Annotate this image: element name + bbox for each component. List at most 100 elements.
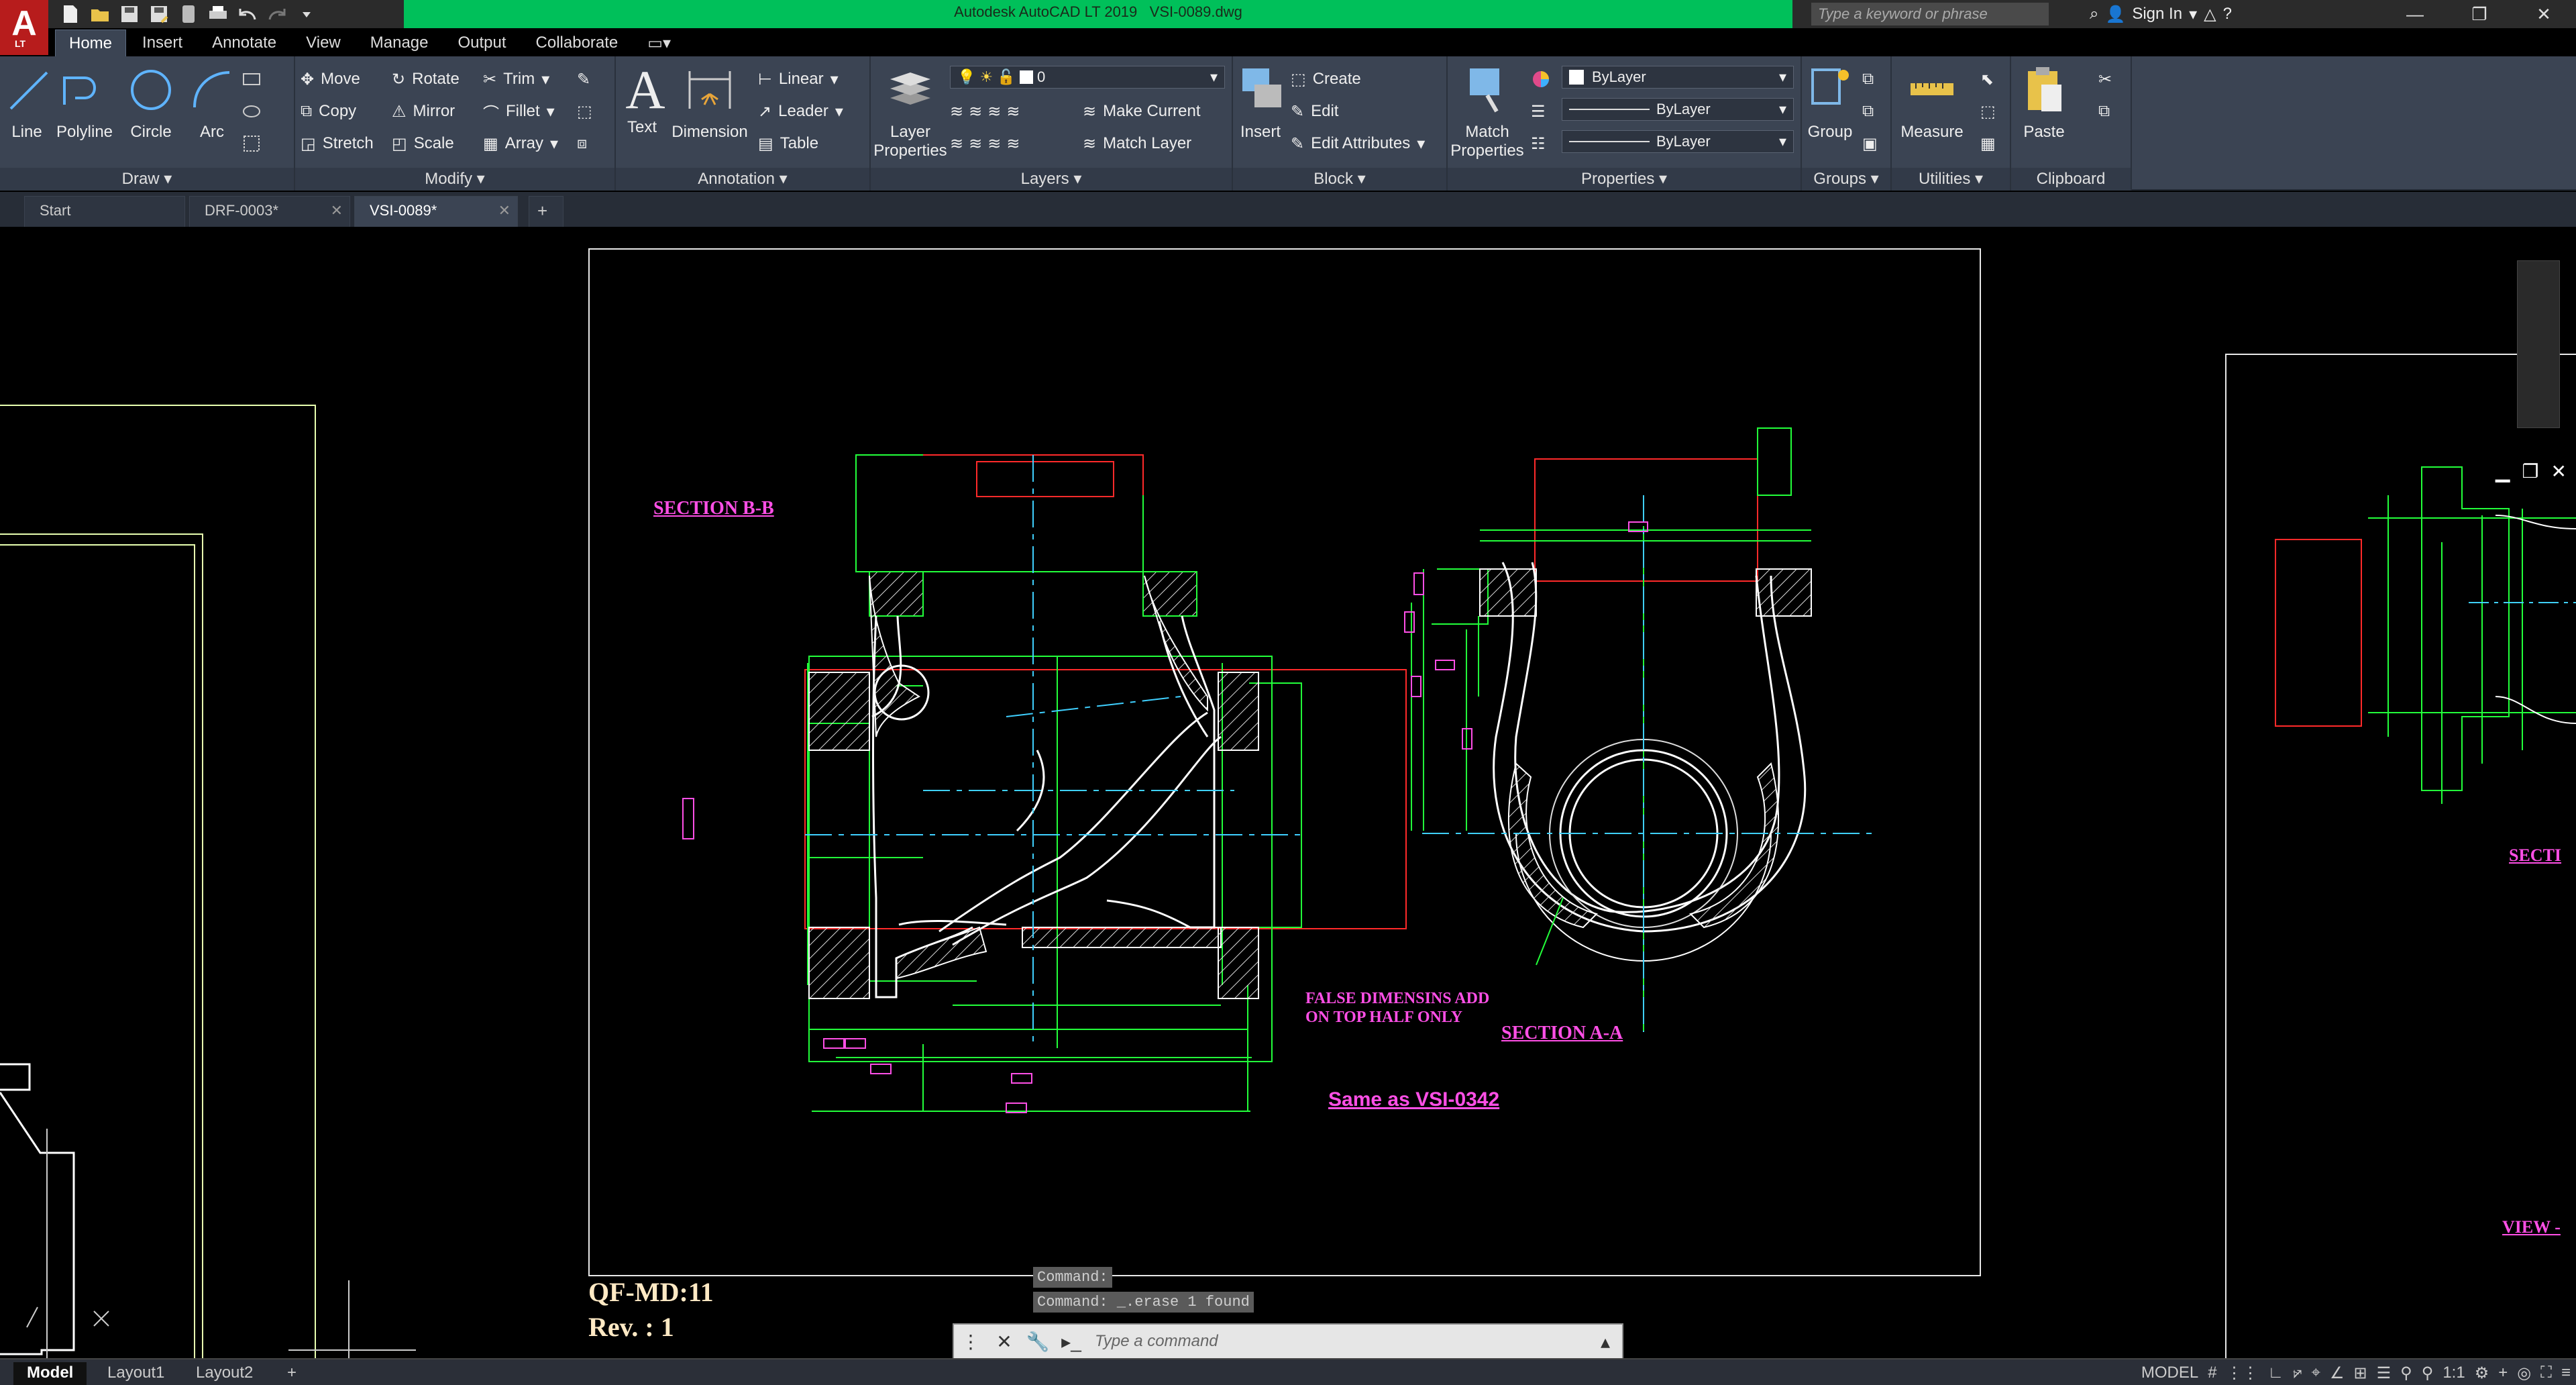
color-dropdown[interactable]: ByLayer ▾ [1562,66,1794,89]
dynamic-input-icon[interactable]: ⊞ [2354,1364,2367,1383]
file-tab-drf-0003[interactable]: DRF-0003* ✕ [189,196,350,227]
layer-unlock-icon[interactable]: ≋ [1006,134,1020,154]
make-current-button[interactable]: ≋ Make Current [1083,98,1201,125]
layers-panel-title[interactable]: Layers ▾ [871,168,1232,191]
modify-panel-title[interactable]: Modify ▾ [295,168,614,191]
paste-button[interactable]: Paste [2014,64,2074,142]
viewport-restore-icon[interactable]: ❐ [2522,460,2538,482]
calculator-icon[interactable]: ▦ [1980,130,1996,157]
move-button[interactable]: ✥ Move [301,66,360,93]
binoculars-icon[interactable]: ⌕ [2090,5,2098,23]
restore-button[interactable]: ❐ [2447,0,2512,28]
table-button[interactable]: ▤ Table [758,130,818,157]
close-tab-icon[interactable]: ✕ [498,202,511,219]
tab-output[interactable]: Output [444,30,519,58]
tab-model[interactable]: Model [13,1362,87,1385]
quick-select-icon[interactable]: ⬉ [1980,66,1994,93]
insert-button[interactable]: Insert [1236,64,1285,142]
save-as-icon[interactable] [148,3,170,25]
copy-button[interactable]: ⧉ Copy [301,98,356,125]
save-icon[interactable] [118,3,141,25]
navigation-bar[interactable] [2517,260,2560,428]
arc-button[interactable]: Arc [185,64,239,142]
otrack-icon[interactable]: ∠ [2330,1364,2345,1383]
fullscreen-icon[interactable]: ⛶ [2540,1364,2552,1382]
undo-icon[interactable] [236,3,259,25]
autodesk-app-icon[interactable]: △ [2204,5,2216,24]
wrench-icon[interactable]: 🔧 [1021,1331,1055,1353]
chevron-down-icon[interactable]: ▾ [2189,5,2197,24]
offset-icon[interactable]: ⧈ [577,130,587,157]
help-icon[interactable]: ? [2223,5,2232,23]
customize-qat-icon[interactable] [295,3,318,25]
copy-clip-icon[interactable]: ⧉ [2098,98,2110,125]
layer-unisolate-icon[interactable]: ≋ [969,134,982,154]
viewport-close-icon[interactable]: ✕ [2551,460,2567,482]
isolate-objects-icon[interactable]: ◎ [2517,1364,2531,1383]
drag-handle-icon[interactable]: ⋮ [954,1331,987,1353]
block-panel-title[interactable]: Block ▾ [1233,168,1446,191]
region-icon[interactable] [241,130,262,157]
tab-layout2[interactable]: Layout2 [182,1362,266,1385]
add-layout-button[interactable]: + [274,1362,310,1385]
properties-panel-title[interactable]: Properties ▾ [1448,168,1801,191]
leader-button[interactable]: ↗ Leader ▾ [758,98,843,125]
plus-icon[interactable]: + [2498,1364,2508,1382]
explode-icon[interactable]: ⬚ [577,98,592,125]
snap-icon[interactable]: ⋮⋮ [2226,1364,2259,1383]
erase-icon[interactable]: ✎ [577,66,590,93]
array-button[interactable]: ▦ Array ▾ [483,130,558,157]
create-block-button[interactable]: ⬚ Create [1291,66,1361,93]
tab-collaborate[interactable]: Collaborate [523,30,632,58]
redo-icon[interactable] [266,3,288,25]
viewport-minimize-icon[interactable]: ▁ [2496,460,2510,482]
gear-icon[interactable]: ⚙ [2475,1364,2489,1383]
file-tab-start[interactable]: Start [24,196,185,227]
minimize-button[interactable]: — [2383,0,2447,28]
lineweight-dropdown[interactable]: ByLayer ▾ [1562,130,1794,153]
select-all-icon[interactable]: ⬚ [1980,98,1996,125]
edit-attributes-button[interactable]: ✎ Edit Attributes ▾ [1291,130,1425,157]
tab-insert[interactable]: Insert [129,30,196,58]
layer-properties-button[interactable]: Layer Properties [873,64,947,160]
new-tab-button[interactable]: + [529,196,564,227]
polyline-button[interactable]: Polyline [54,64,115,142]
dimension-button[interactable]: Dimension [669,64,750,142]
layer-freeze-icon[interactable]: ≋ [987,102,1001,121]
chevron-up-icon[interactable]: ▴ [1589,1331,1622,1353]
layer-dropdown[interactable]: 💡 ☀ 🔓 0 ▾ [950,66,1225,89]
lineweight-display-icon[interactable]: ☰ [2377,1364,2392,1383]
grid-icon[interactable]: # [2208,1364,2216,1382]
tab-view[interactable]: View [292,30,354,58]
layer-lock-icon[interactable]: ≋ [1006,102,1020,121]
layer-thaw-icon[interactable]: ≋ [987,134,1001,154]
circle-button[interactable]: Circle [121,64,181,142]
measure-button[interactable]: Measure [1894,64,1970,142]
hatch-icon[interactable] [241,98,262,125]
draw-panel-title[interactable]: Draw ▾ [0,168,294,191]
mirror-button[interactable]: ⚠ Mirror [392,98,455,125]
stretch-button[interactable]: ◲ Stretch [301,130,374,157]
scale-button[interactable]: ◰ Scale [392,130,454,157]
file-tab-vsi-0089[interactable]: VSI-0089* ✕ [354,196,518,227]
group-edit-icon[interactable]: ⧉ [1862,98,1874,125]
annotation-scale[interactable]: 1:1 [2443,1364,2465,1382]
close-tab-icon[interactable]: ✕ [331,202,343,219]
match-properties-button[interactable]: Match Properties [1450,64,1524,160]
utilities-panel-title[interactable]: Utilities ▾ [1892,168,2010,191]
group-select-icon[interactable]: ▣ [1862,130,1878,157]
rectangle-icon[interactable] [241,66,262,93]
tab-annotate[interactable]: Annotate [199,30,290,58]
sign-in-button[interactable]: ⌕ 👤 Sign In ▾ △ ? [2090,3,2232,25]
line-button[interactable]: Line [3,64,51,142]
text-button[interactable]: A Text [619,62,665,137]
plot-icon[interactable] [207,3,229,25]
customize-icon[interactable]: ≡ [2561,1364,2571,1382]
annotation-autoscale-icon[interactable]: ⚲ [2422,1364,2434,1383]
linetype-dropdown[interactable]: ByLayer ▾ [1562,98,1794,121]
layer-off-icon[interactable]: ≋ [950,102,963,121]
cut-icon[interactable]: ✂ [2098,66,2112,93]
annotation-visibility-icon[interactable]: ⚲ [2400,1364,2412,1383]
web-mobile-icon[interactable] [177,3,200,25]
close-button[interactable]: ✕ [2512,0,2576,28]
